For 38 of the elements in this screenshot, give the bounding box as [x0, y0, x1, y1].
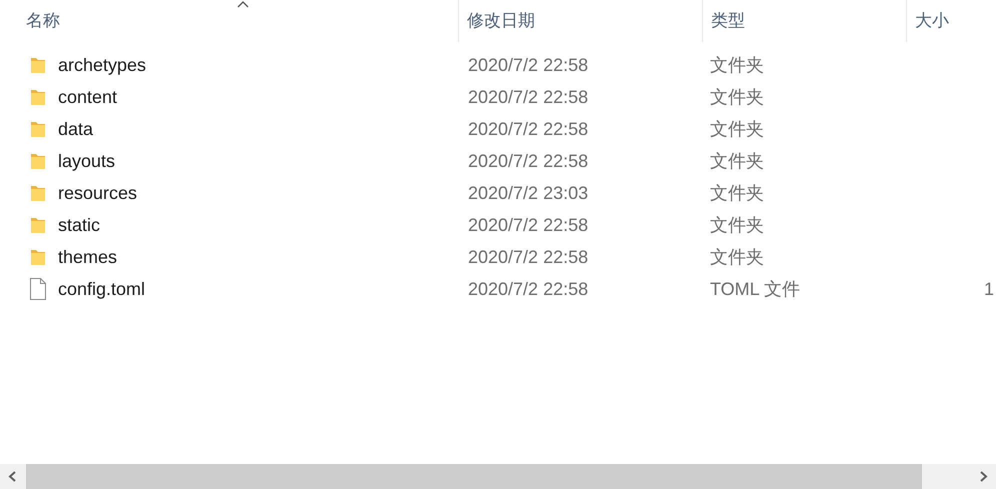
file-name[interactable]: resources [58, 180, 138, 206]
file-type: TOML 文件 [710, 278, 800, 298]
modified-date: 2020/7/2 22:58 [468, 150, 588, 170]
sort-caret-icon [237, 1, 249, 8]
column-header[interactable]: 大小 [906, 0, 996, 42]
folder-icon [30, 152, 46, 170]
modified-date: 2020/7/2 22:58 [468, 86, 588, 106]
file-name[interactable]: config.toml [58, 276, 146, 302]
modified-date: 2020/7/2 22:58 [468, 118, 588, 138]
file-type: 文件夹 [710, 246, 764, 266]
folder-icon [30, 216, 46, 234]
file-type: 文件夹 [710, 118, 764, 138]
file-size: 1 [984, 278, 995, 300]
folder-icon [30, 88, 46, 106]
file-name[interactable]: archetypes [58, 52, 146, 78]
folder-icon [30, 248, 46, 266]
file-name[interactable]: static [58, 212, 100, 238]
modified-date: 2020/7/2 22:58 [468, 214, 588, 234]
file-name[interactable]: layouts [58, 148, 116, 174]
modified-date: 2020/7/2 22:58 [468, 54, 588, 74]
file-type: 文件夹 [710, 182, 764, 202]
column-header[interactable]: 修改日期 [458, 0, 702, 42]
file-type: 文件夹 [710, 150, 764, 170]
file-name[interactable]: content [58, 84, 118, 110]
column-header[interactable]: 类型 [702, 0, 906, 42]
folder-icon [30, 56, 46, 74]
modified-date: 2020/7/2 22:58 [468, 246, 588, 266]
modified-date: 2020/7/2 23:03 [468, 182, 588, 202]
file-name[interactable]: data [58, 116, 94, 142]
file-type: 文件夹 [710, 86, 764, 106]
file-type: 文件夹 [710, 54, 764, 74]
document-icon [30, 278, 46, 300]
file-name[interactable]: themes [58, 244, 118, 270]
file-type: 文件夹 [710, 214, 764, 234]
modified-date: 2020/7/2 22:58 [468, 278, 588, 298]
folder-icon [30, 120, 46, 138]
folder-icon [30, 184, 46, 202]
column-header[interactable]: 名称 [0, 0, 458, 42]
